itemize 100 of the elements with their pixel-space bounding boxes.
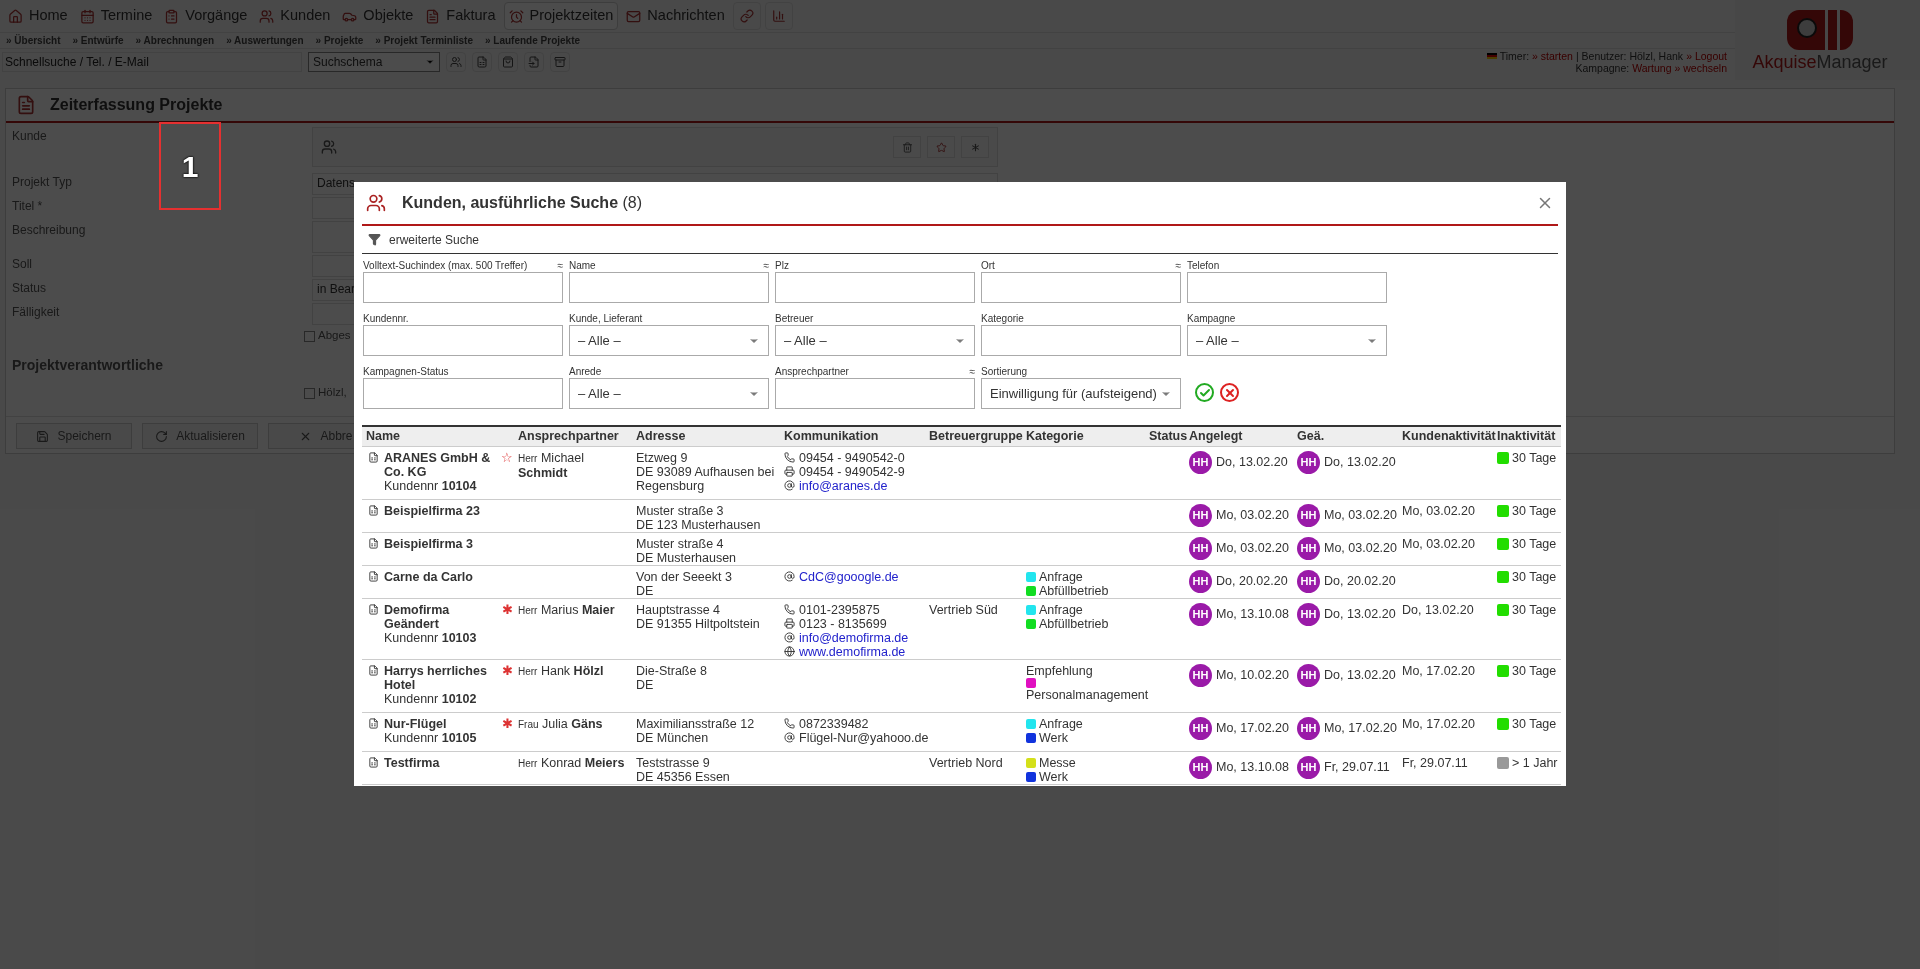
category-label: Anfrage <box>1039 569 1083 584</box>
user-avatar: HH <box>1297 602 1320 626</box>
field-label: Kampagnen-Status <box>363 365 449 378</box>
date-text: Mo, 13.10.08 <box>1216 760 1289 774</box>
field-label: Kundennr. <box>363 312 409 325</box>
contact-marker: ☆ <box>501 450 513 467</box>
column-header[interactable]: Inaktivität <box>1497 426 1561 446</box>
date-text: Mo, 03.02.20 <box>1324 541 1397 555</box>
customer-name[interactable]: Demofirma Geändert <box>384 602 500 631</box>
customer-name[interactable]: ARANES GmbH & Co. KG <box>384 450 500 479</box>
inactivity-text: 30 Tage <box>1512 450 1557 465</box>
customer-number: Kundennr 10105 <box>384 730 477 745</box>
address-line: Die-Straße 8 <box>636 663 708 678</box>
column-header[interactable]: Betreuergruppe <box>929 426 1026 446</box>
cancel-icon[interactable] <box>1220 383 1239 402</box>
customer-icon <box>368 504 379 516</box>
phone-icon <box>784 718 795 729</box>
customer-name[interactable]: Nur-Flügel <box>384 716 477 731</box>
customer-icon <box>368 664 379 676</box>
date-text: Do, 13.02.20 <box>1324 455 1396 469</box>
field-label: Ansprechpartner <box>775 365 849 378</box>
contact-marker: ✱ <box>501 663 513 679</box>
fuzzy-hint: ≈ <box>969 365 975 378</box>
customer-name[interactable]: Beispielfirma 23 <box>384 503 480 518</box>
customer-name[interactable]: Beispielfirma 3 <box>384 536 473 551</box>
field-label: Kategorie <box>981 312 1024 325</box>
contact-person: Herr Michael Schmidt <box>518 450 585 480</box>
filter-toggle[interactable]: erweiterte Suche <box>389 230 480 249</box>
address-line: Hauptstrasse 4 <box>636 602 722 617</box>
email-icon <box>784 571 795 582</box>
input-field[interactable] <box>569 272 769 303</box>
field-label: Sortierung <box>981 365 1028 378</box>
input-field[interactable] <box>1187 272 1387 303</box>
select-field[interactable]: Einwilligung für (aufsteigend) <box>981 378 1181 409</box>
contact-text: 0123 - 8135699 <box>799 616 887 631</box>
customer-name[interactable]: Carne da Carlo <box>384 569 473 584</box>
column-header[interactable]: Adresse <box>636 426 784 446</box>
column-header[interactable]: Name <box>362 426 500 446</box>
panel-title: Zeiterfassung Projekte <box>50 95 223 115</box>
fuzzy-hint: ≈ <box>557 259 563 272</box>
address-line: Von der Seeekt 3 <box>636 569 733 584</box>
input-field[interactable] <box>775 272 975 303</box>
campaign-label: Kampagne: <box>1575 62 1630 74</box>
contact-link[interactable]: CdC@gooogle.de <box>799 569 899 584</box>
field-label: Name <box>569 259 596 272</box>
user-avatar: HH <box>1189 716 1212 740</box>
input-field[interactable] <box>775 378 975 409</box>
date-text: Mo, 13.10.08 <box>1216 607 1289 621</box>
contact-text: Flügel-Nur@yahooo.de <box>799 730 929 745</box>
column-header[interactable]: Kategorie <box>1026 426 1149 446</box>
apply-icon[interactable] <box>1195 383 1214 402</box>
category-label: Abfüllbetrieb <box>1039 616 1109 631</box>
date-text: Do, 13.02.20 <box>1324 668 1396 682</box>
customer-icon <box>368 717 379 729</box>
contact-link[interactable]: info@aranes.de <box>799 478 888 493</box>
input-field[interactable] <box>981 325 1181 356</box>
column-header[interactable]: Angelegt <box>1189 426 1297 446</box>
address-line: DE <box>636 583 655 598</box>
input-field[interactable] <box>363 378 563 409</box>
address-line: DE 123 Musterhausen <box>636 517 762 532</box>
contact-link[interactable]: info@demofirma.de <box>799 630 909 645</box>
user-avatar: HH <box>1297 450 1320 474</box>
field-label: Telefon <box>1187 259 1220 272</box>
field-label: Kampagne <box>1187 312 1236 325</box>
select-field[interactable]: – Alle – <box>1187 325 1387 356</box>
customer-icon <box>368 603 379 615</box>
date-text: Mo, 03.02.20 <box>1216 508 1289 522</box>
inactivity-text: 30 Tage <box>1512 503 1557 518</box>
column-header[interactable]: Ansprechpartner <box>500 426 636 446</box>
date-text: Mo, 17.02.20 <box>1216 721 1289 735</box>
annotation-marker: 1 <box>159 122 221 210</box>
column-header[interactable]: Status <box>1149 426 1189 446</box>
activity-date: Mo, 03.02.20 <box>1402 503 1475 518</box>
input-field[interactable] <box>363 325 563 356</box>
customer-number: Kundennr 10103 <box>384 630 478 645</box>
category-label: Personalmanagement <box>1026 687 1149 702</box>
customer-name[interactable]: Harrys herrliches Hotel <box>384 663 500 692</box>
date-text: Mo, 17.02.20 <box>1324 721 1397 735</box>
customer-name[interactable]: Testfirma <box>384 755 440 770</box>
select-field[interactable]: – Alle – <box>569 378 769 409</box>
user-avatar: HH <box>1297 569 1320 593</box>
input-field[interactable] <box>981 272 1181 303</box>
timer-label: Timer: <box>1499 50 1530 62</box>
address-line: Etzweg 9 <box>636 450 689 465</box>
input-field[interactable] <box>363 272 563 303</box>
date-text: Do, 20.02.20 <box>1324 574 1396 588</box>
contact-person: Herr Hank Hölzl <box>518 663 604 679</box>
select-field[interactable]: – Alle – <box>569 325 769 356</box>
inactivity-text: 30 Tage <box>1512 716 1557 731</box>
activity-date: Mo, 17.02.20 <box>1402 716 1475 731</box>
group-text: Vertrieb Nord <box>929 755 1003 770</box>
category-label: Abfüllbetrieb <box>1039 583 1109 598</box>
contact-link[interactable]: www.demofirma.de <box>799 644 906 659</box>
select-field[interactable]: – Alle – <box>775 325 975 356</box>
address-line: DE München <box>636 730 710 745</box>
user-avatar: HH <box>1297 536 1320 560</box>
address-line: DE 93089 Aufhausen bei Regensburg <box>636 464 776 493</box>
column-header[interactable]: Kommunikation <box>784 426 929 446</box>
column-header[interactable]: Geä. <box>1297 426 1402 446</box>
column-header[interactable]: Kundenaktivität <box>1402 426 1497 446</box>
